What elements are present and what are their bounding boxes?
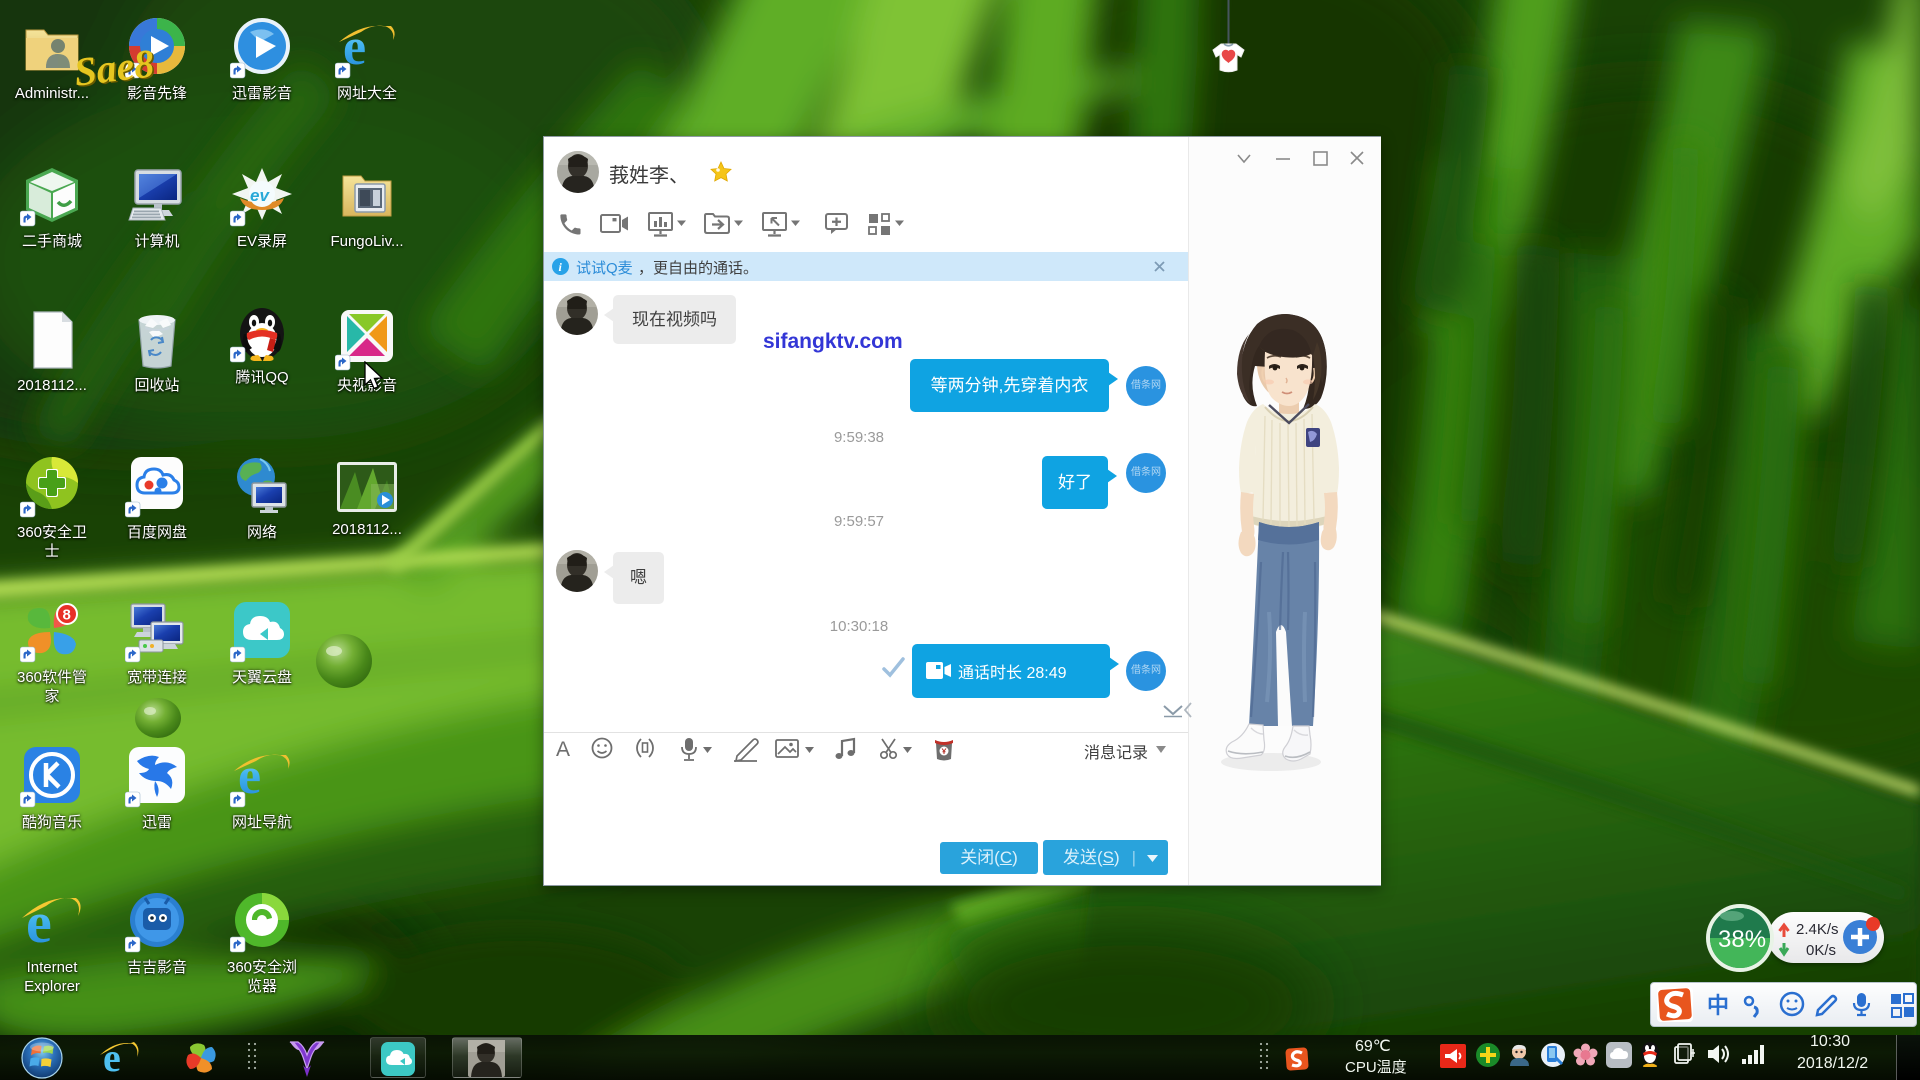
- svg-text:e: e: [26, 890, 52, 954]
- svg-text:ev: ev: [250, 186, 270, 205]
- svg-text:8: 8: [63, 607, 71, 624]
- svg-text:e: e: [103, 1037, 121, 1079]
- svg-text:38%: 38%: [1718, 926, 1766, 953]
- svg-text:0K/s: 0K/s: [1806, 942, 1836, 959]
- svg-text:中: 中: [1707, 993, 1729, 1018]
- svg-text:A: A: [556, 738, 570, 761]
- svg-text:2.4K/s: 2.4K/s: [1796, 921, 1839, 938]
